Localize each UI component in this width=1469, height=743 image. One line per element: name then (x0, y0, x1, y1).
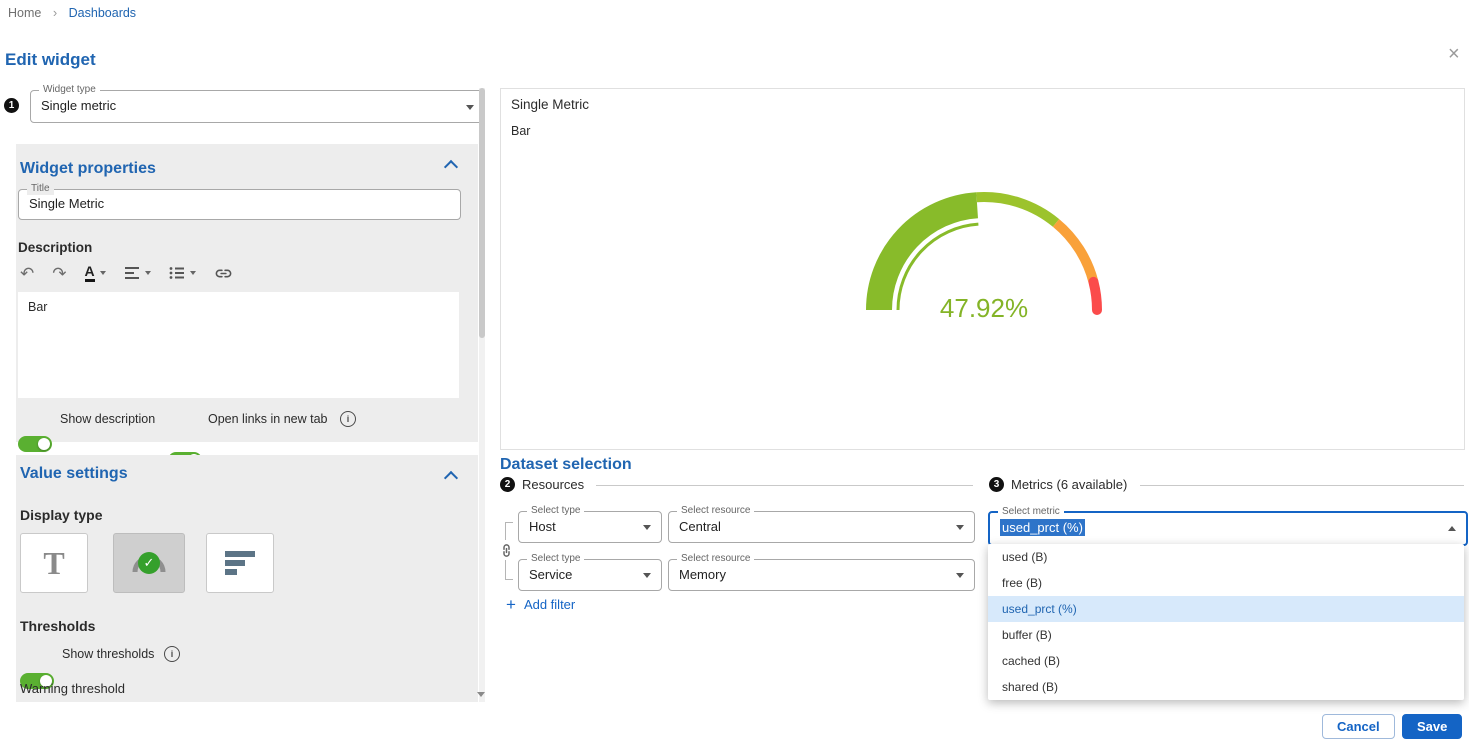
description-editor[interactable]: Bar (18, 292, 459, 398)
open-links-label: Open links in new tab (208, 412, 328, 426)
show-thresholds-label: Show thresholds (62, 647, 154, 661)
metric-option[interactable]: shared (B) (988, 674, 1464, 700)
open-links-info-icon[interactable]: i (340, 411, 356, 427)
step-3-badge: 3 (989, 477, 1004, 492)
page-title: Edit widget (5, 50, 96, 70)
align-icon (124, 266, 140, 280)
widget-properties-heading: Widget properties (18, 152, 156, 178)
breadcrumb: Home › Dashboards (8, 5, 136, 20)
widget-preview-panel: Single Metric Bar 47.92% (500, 88, 1465, 450)
text-color-button[interactable]: A (85, 264, 106, 282)
metric-option[interactable]: buffer (B) (988, 622, 1464, 648)
title-field[interactable]: Title (18, 189, 461, 220)
chevron-up-icon (1448, 526, 1456, 531)
add-filter-button[interactable]: + Add filter (506, 596, 575, 613)
display-type-label: Display type (20, 507, 102, 523)
resource-type-select-1[interactable]: Select type Host (518, 511, 662, 543)
metric-option-selected[interactable]: used_prct (%) (988, 596, 1464, 622)
resource-label-1: Select resource (677, 505, 754, 517)
bar-chart-icon (225, 551, 255, 575)
thresholds-info-icon[interactable]: i (164, 646, 180, 662)
resource-label-2: Select resource (677, 553, 754, 565)
metric-options-menu: used (B) free (B) used_prct (%) buffer (… (988, 544, 1464, 700)
resource-select-2[interactable]: Select resource Memory (668, 559, 975, 591)
preview-description: Bar (511, 124, 530, 138)
save-button[interactable]: Save (1402, 714, 1462, 739)
collapse-widget-properties-icon[interactable] (444, 160, 458, 174)
thresholds-label: Thresholds (20, 618, 95, 634)
metric-option[interactable]: used (B) (988, 544, 1464, 570)
chevron-down-icon (145, 271, 151, 275)
show-description-toggle[interactable] (18, 436, 52, 452)
align-button[interactable] (124, 266, 151, 280)
resource-type-label-1: Select type (527, 505, 584, 517)
metric-select-label: Select metric (998, 506, 1064, 518)
link-icon (214, 264, 233, 283)
chevron-down-icon (643, 573, 651, 578)
chevron-down-icon (956, 573, 964, 578)
widget-type-select[interactable]: Widget type Single metric (30, 90, 485, 123)
link-icon (499, 543, 514, 558)
value-settings-heading: Value settings (16, 455, 128, 483)
title-input[interactable] (19, 190, 436, 217)
metrics-divider (1140, 485, 1464, 486)
chevron-down-icon (190, 271, 196, 275)
redo-icon[interactable]: ↷ (52, 265, 66, 282)
cancel-button[interactable]: Cancel (1322, 714, 1395, 739)
breadcrumb-home[interactable]: Home (8, 6, 41, 20)
title-field-label: Title (27, 183, 54, 195)
resource-type-label-2: Select type (527, 553, 584, 565)
chevron-down-icon (466, 105, 474, 110)
metric-select[interactable]: Select metric used_prct (%) (988, 511, 1468, 546)
collapse-value-settings-icon[interactable] (444, 471, 458, 485)
chevron-down-icon (643, 525, 651, 530)
list-button[interactable] (169, 266, 196, 280)
breadcrumb-dashboards[interactable]: Dashboards (69, 6, 136, 20)
dataset-selection-heading: Dataset selection (500, 456, 632, 474)
resources-divider (596, 485, 973, 486)
metrics-label: Metrics (6 available) (1011, 477, 1127, 492)
scroll-down-icon[interactable] (477, 692, 485, 697)
step-1-badge: 1 (4, 98, 19, 113)
resource-select-1[interactable]: Select resource Central (668, 511, 975, 543)
add-filter-label: Add filter (524, 597, 575, 612)
selected-check-icon: ✓ (138, 552, 160, 574)
metric-option[interactable]: cached (B) (988, 648, 1464, 674)
chevron-down-icon (100, 271, 106, 275)
text-color-icon: A (85, 264, 95, 282)
warning-threshold-label: Warning threshold (20, 681, 125, 696)
edit-widget-page: Home › Dashboards Edit widget × 1 Widget… (0, 0, 1469, 743)
gauge-chart: 47.92% (854, 186, 1114, 324)
breadcrumb-separator-icon: › (53, 5, 57, 20)
metric-select-value: used_prct (%) (1000, 519, 1085, 536)
close-icon[interactable]: × (1448, 44, 1460, 64)
resource-type-select-2[interactable]: Select type Service (518, 559, 662, 591)
display-type-bar-option[interactable] (206, 533, 274, 593)
resource-link-chip[interactable] (497, 540, 515, 560)
description-text: Bar (18, 292, 459, 322)
description-label: Description (18, 240, 92, 255)
richtext-toolbar: ↶ ↷ A (20, 262, 233, 284)
widget-properties-section: Widget properties Title Description ↶ ↷ … (16, 144, 478, 442)
text-display-icon: T (43, 545, 64, 582)
resources-label: Resources (522, 477, 584, 492)
left-panel-scrollbar[interactable] (479, 88, 485, 702)
step-2-badge: 2 (500, 477, 515, 492)
display-type-gauge-option[interactable]: ✓ (113, 533, 185, 593)
undo-icon[interactable]: ↶ (20, 265, 34, 282)
scrollbar-thumb[interactable] (479, 88, 485, 338)
chevron-down-icon (956, 525, 964, 530)
show-description-label: Show description (60, 412, 155, 426)
display-type-text-option[interactable]: T (20, 533, 88, 593)
gauge-value: 47.92% (854, 293, 1114, 324)
widget-type-label: Widget type (39, 84, 100, 96)
preview-title: Single Metric (511, 97, 589, 112)
add-icon: + (506, 596, 516, 613)
metric-option[interactable]: free (B) (988, 570, 1464, 596)
list-icon (169, 266, 185, 280)
link-button[interactable] (214, 264, 233, 283)
value-settings-section: Value settings Display type T ✓ Threshol… (16, 455, 478, 702)
